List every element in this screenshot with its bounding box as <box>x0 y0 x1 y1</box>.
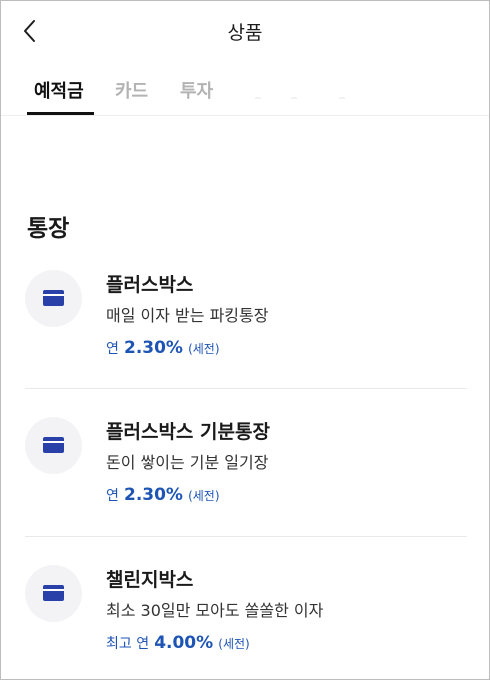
card-icon <box>43 585 64 601</box>
card-icon <box>43 437 64 453</box>
card-stripe <box>43 294 64 296</box>
rate-value: 4.00% <box>154 633 214 653</box>
product-name: 플러스박스 <box>106 274 194 296</box>
product-name: 플러스박스 기분통장 <box>106 421 270 443</box>
product-item-plus-box[interactable]: 플러스박스 매일 이자 받는 파킹통장 연 2.30% (세전) <box>25 270 467 360</box>
card-icon <box>43 290 64 306</box>
rate-note: (세전) <box>188 342 220 356</box>
product-item-challenge-box[interactable]: 챌린지박스 최소 30일만 모아도 쏠쏠한 이자 최고 연 4.00% (세전) <box>25 565 467 655</box>
app-screen: 상품 예적금 카드 투자 통장 플러스박스 매일 이자 받는 파킹통장 연 2.… <box>0 0 490 680</box>
product-icon-circle <box>25 417 82 474</box>
product-rate: 연 2.30% (세전) <box>106 338 220 358</box>
product-description: 돈이 쌓이는 기분 일기장 <box>106 453 269 472</box>
divider <box>25 536 467 537</box>
card-stripe <box>43 441 64 443</box>
faded-tab-hint <box>255 97 261 99</box>
rate-note: (세전) <box>188 489 220 503</box>
product-name: 챌린지박스 <box>106 569 194 591</box>
rate-value: 2.30% <box>123 485 183 505</box>
product-icon-circle <box>25 270 82 327</box>
product-rate: 최고 연 4.00% (세전) <box>106 633 250 653</box>
page-title: 상품 <box>227 22 263 44</box>
rate-prefix: 연 <box>106 341 119 357</box>
product-item-plus-box-mood[interactable]: 플러스박스 기분통장 돈이 쌓이는 기분 일기장 연 2.30% (세전) <box>25 417 467 507</box>
rate-note: (세전) <box>218 637 250 651</box>
card-stripe <box>43 589 64 591</box>
section-title: 통장 <box>27 216 70 242</box>
tab-deposits[interactable]: 예적금 <box>34 77 84 103</box>
faded-tab-hint <box>291 97 297 99</box>
faded-tab-hint <box>339 97 345 99</box>
active-tab-indicator <box>27 112 94 115</box>
product-description: 최소 30일만 모아도 쏠쏠한 이자 <box>106 601 324 620</box>
product-icon-circle <box>25 565 82 622</box>
tab-cards[interactable]: 카드 <box>115 77 148 103</box>
rate-value: 2.30% <box>123 338 183 358</box>
rate-prefix: 최고 연 <box>106 636 150 652</box>
product-rate: 연 2.30% (세전) <box>106 485 220 505</box>
rate-prefix: 연 <box>106 488 119 504</box>
category-tabs: 예적금 카드 투자 <box>1 71 489 116</box>
tab-investment[interactable]: 투자 <box>180 77 213 103</box>
product-description: 매일 이자 받는 파킹통장 <box>106 306 269 325</box>
top-bar: 상품 <box>1 1 489 61</box>
divider <box>25 388 467 389</box>
